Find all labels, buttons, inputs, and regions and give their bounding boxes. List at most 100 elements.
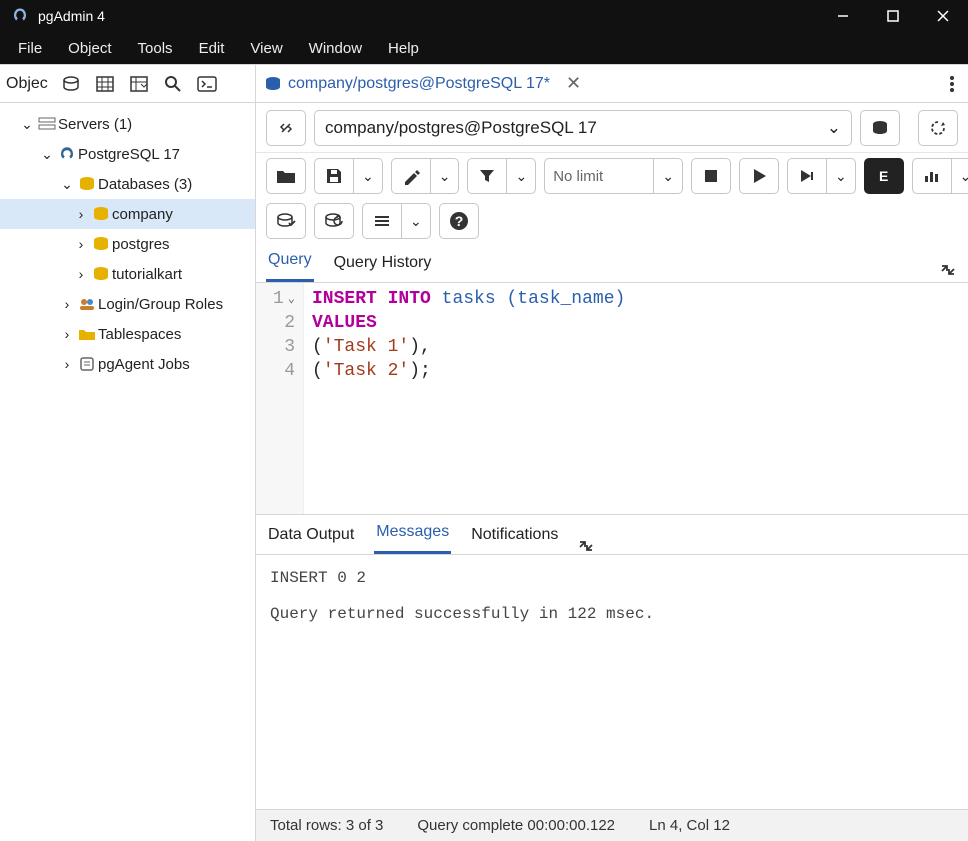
query-toolbar: ⌄ ⌄ ⌄ No limit ⌄ xyxy=(256,153,968,243)
menu-view[interactable]: View xyxy=(240,36,292,61)
chevron-right-icon[interactable]: › xyxy=(72,206,90,222)
tree-db-postgres[interactable]: › postgres xyxy=(0,229,255,259)
tree-label: Servers (1) xyxy=(58,116,132,133)
filter-rows-icon[interactable] xyxy=(122,69,156,99)
tab-query[interactable]: Query xyxy=(266,241,314,282)
tab-query-history[interactable]: Query History xyxy=(332,244,434,282)
status-cursor-position: Ln 4, Col 12 xyxy=(649,817,730,834)
close-button[interactable] xyxy=(918,0,968,32)
menu-help[interactable]: Help xyxy=(378,36,429,61)
filter-dropdown-icon[interactable]: ⌄ xyxy=(507,158,536,194)
limit-dropdown[interactable]: No limit xyxy=(544,158,654,194)
object-explorer-toolbar: Objec xyxy=(0,65,255,103)
chevron-right-icon[interactable]: › xyxy=(58,326,76,342)
object-explorer: Objec ⌄ Servers (1) ⌄ PostgreSQL 17 xyxy=(0,65,256,841)
chevron-right-icon[interactable]: › xyxy=(58,296,76,312)
explain-dropdown-icon[interactable]: ⌄ xyxy=(952,158,968,194)
chevron-right-icon[interactable]: › xyxy=(58,356,76,372)
line-number: 1 xyxy=(273,287,284,311)
tree-server-postgresql[interactable]: ⌄ PostgreSQL 17 xyxy=(0,139,255,169)
tab-notifications[interactable]: Notifications xyxy=(469,516,560,554)
window-controls xyxy=(818,0,968,32)
connection-bar: company/postgres@PostgreSQL 17 ⌄ xyxy=(256,103,968,153)
sql-keyword: INTO xyxy=(388,289,431,309)
tab-title: company/postgres@PostgreSQL 17* xyxy=(288,75,550,93)
edit-icon[interactable] xyxy=(391,158,431,194)
execute-options-dropdown-icon[interactable]: ⌄ xyxy=(827,158,856,194)
open-file-icon[interactable] xyxy=(266,158,306,194)
close-tab-icon[interactable]: ✕ xyxy=(566,73,581,94)
explain-icon[interactable]: E xyxy=(864,158,904,194)
database-icon xyxy=(264,76,282,92)
menu-edit[interactable]: Edit xyxy=(189,36,235,61)
expand-editor-icon[interactable] xyxy=(938,258,958,282)
stop-icon[interactable] xyxy=(691,158,731,194)
tree-label: tutorialkart xyxy=(112,266,182,283)
psql-icon[interactable] xyxy=(190,69,224,99)
menu-tools[interactable]: Tools xyxy=(128,36,183,61)
connection-label: company/postgres@PostgreSQL 17 xyxy=(325,118,597,138)
chevron-right-icon[interactable]: › xyxy=(72,266,90,282)
macros-icon[interactable] xyxy=(362,203,402,239)
editor-subtabs: Query Query History xyxy=(256,243,968,283)
tree-db-tutorialkart[interactable]: › tutorialkart xyxy=(0,259,255,289)
tree-tablespaces[interactable]: › Tablespaces xyxy=(0,319,255,349)
tree-login-roles[interactable]: › Login/Group Roles xyxy=(0,289,255,319)
commit-icon[interactable] xyxy=(266,203,306,239)
tree-db-company[interactable]: › company xyxy=(0,199,255,229)
execute-icon[interactable] xyxy=(739,158,779,194)
chevron-down-icon: ⌄ xyxy=(827,118,841,138)
sql-editor[interactable]: 1⌄ 2 3 4 INSERT INTO tasks (task_name) V… xyxy=(256,283,968,515)
tree-servers[interactable]: ⌄ Servers (1) xyxy=(0,109,255,139)
svg-text:?: ? xyxy=(454,213,463,229)
chevron-right-icon[interactable]: › xyxy=(72,236,90,252)
search-icon[interactable] xyxy=(156,69,190,99)
macros-dropdown-icon[interactable]: ⌄ xyxy=(402,203,431,239)
expand-results-icon[interactable] xyxy=(578,538,594,554)
connection-status-icon[interactable] xyxy=(266,110,306,146)
app-window: pgAdmin 4 File Object Tools Edit View Wi… xyxy=(0,0,968,841)
filter-icon[interactable] xyxy=(467,158,507,194)
chevron-down-icon[interactable]: ⌄ xyxy=(58,176,76,193)
reset-layout-icon[interactable] xyxy=(918,110,958,146)
help-icon[interactable]: ? xyxy=(439,203,479,239)
explain-label: E xyxy=(879,168,888,184)
line-number: 2 xyxy=(284,311,295,335)
tree-databases[interactable]: ⌄ Databases (3) xyxy=(0,169,255,199)
explain-analyze-icon[interactable] xyxy=(912,158,952,194)
code-area[interactable]: INSERT INTO tasks (task_name) VALUES ('T… xyxy=(304,283,633,514)
menu-file[interactable]: File xyxy=(8,36,52,61)
maximize-button[interactable] xyxy=(868,0,918,32)
new-connection-icon[interactable] xyxy=(860,110,900,146)
messages-output: INSERT 0 2 Query returned successfully i… xyxy=(256,555,968,809)
editor-tab[interactable]: company/postgres@PostgreSQL 17* ✕ xyxy=(264,73,581,94)
minimize-button[interactable] xyxy=(818,0,868,32)
save-dropdown-icon[interactable]: ⌄ xyxy=(354,158,383,194)
more-menu-icon[interactable] xyxy=(944,69,960,99)
tree-label: company xyxy=(112,206,173,223)
fold-icon[interactable]: ⌄ xyxy=(288,287,295,311)
database-icon xyxy=(90,236,112,252)
view-data-icon[interactable] xyxy=(88,69,122,99)
sql-string: 'Task 1' xyxy=(323,337,409,357)
menu-window[interactable]: Window xyxy=(299,36,372,61)
sql-keyword: VALUES xyxy=(312,313,377,333)
tree-pgagent[interactable]: › pgAgent Jobs xyxy=(0,349,255,379)
status-bar: Total rows: 3 of 3 Query complete 00:00:… xyxy=(256,809,968,841)
chevron-down-icon[interactable]: ⌄ xyxy=(18,116,36,133)
tab-messages[interactable]: Messages xyxy=(374,513,451,554)
titlebar: pgAdmin 4 xyxy=(0,0,968,32)
editor-tabbar: company/postgres@PostgreSQL 17* ✕ xyxy=(256,65,968,103)
line-gutter: 1⌄ 2 3 4 xyxy=(256,283,304,514)
limit-dropdown-icon[interactable]: ⌄ xyxy=(654,158,683,194)
execute-options-icon[interactable] xyxy=(787,158,827,194)
connection-dropdown[interactable]: company/postgres@PostgreSQL 17 ⌄ xyxy=(314,110,852,146)
save-file-icon[interactable] xyxy=(314,158,354,194)
menu-object[interactable]: Object xyxy=(58,36,121,61)
query-tool-icon[interactable] xyxy=(54,69,88,99)
rollback-icon[interactable] xyxy=(314,203,354,239)
tree-label: postgres xyxy=(112,236,170,253)
edit-dropdown-icon[interactable]: ⌄ xyxy=(431,158,460,194)
chevron-down-icon[interactable]: ⌄ xyxy=(38,146,56,163)
tab-data-output[interactable]: Data Output xyxy=(266,516,356,554)
